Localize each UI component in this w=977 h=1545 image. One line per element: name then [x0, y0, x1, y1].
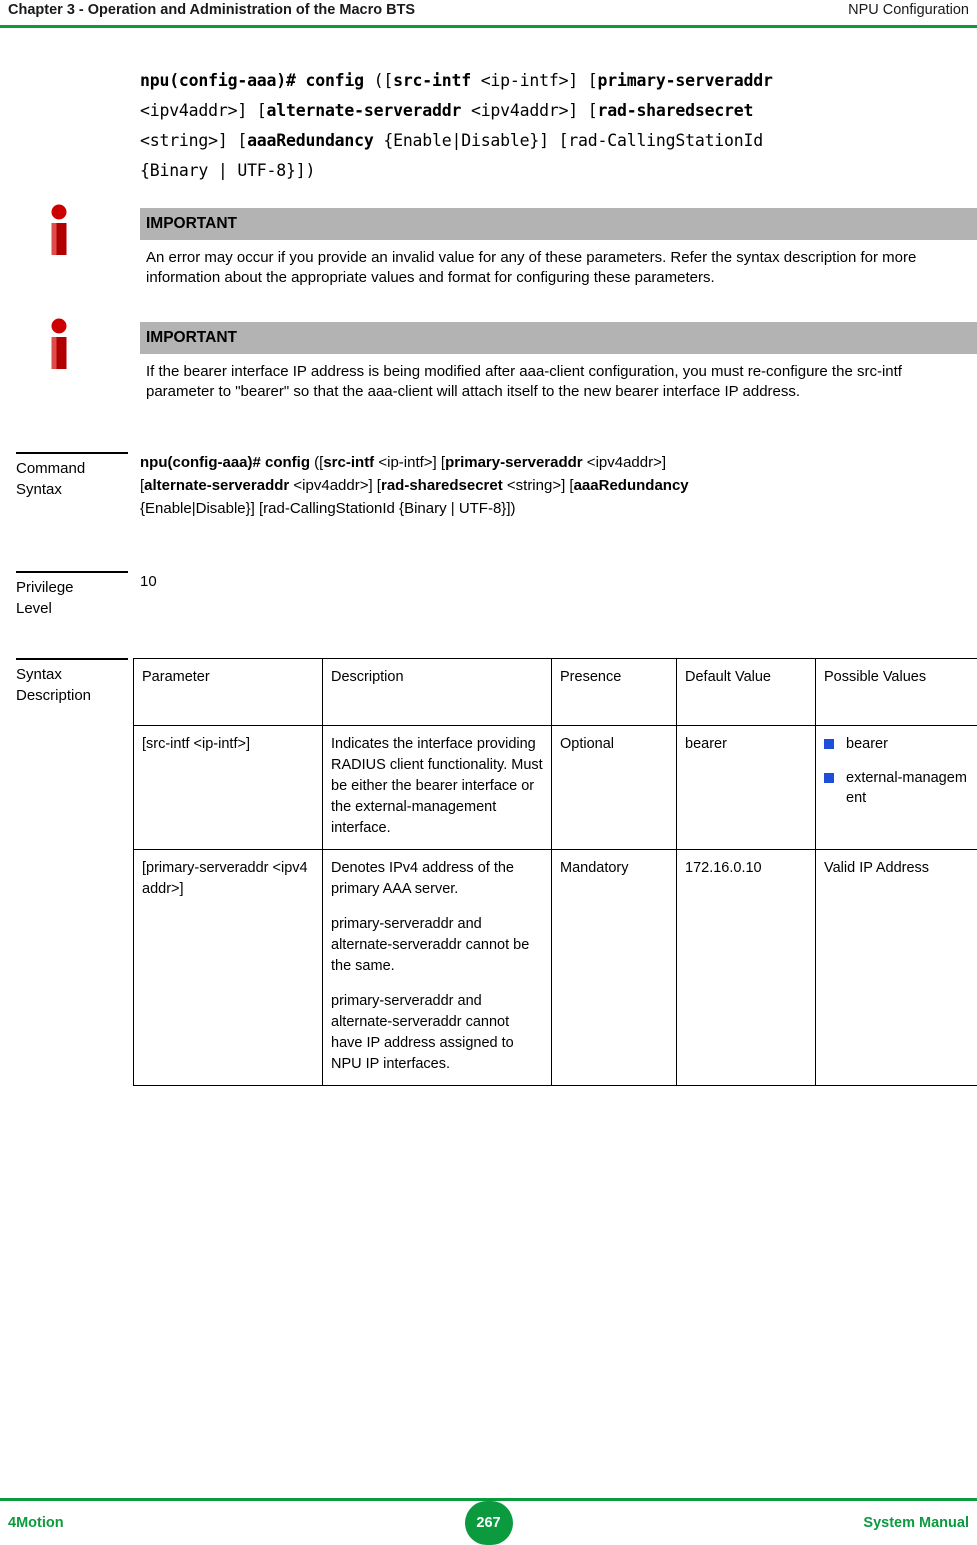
code-line-3: <string>] [aaaRedundancy {Enable|Disable… — [140, 126, 977, 156]
description-paragraph: primary-serveraddr and alternate-servera… — [331, 993, 514, 1072]
code-token: rad-sharedsecret — [597, 101, 754, 120]
page-header: Chapter 3 - Operation and Administration… — [0, 0, 977, 26]
syntax-token: <string>] [ — [502, 477, 574, 494]
code-token: <ip-intf>] [ — [470, 71, 598, 90]
code-line-1: npu(config-aaa)# config ([src-intf <ip-i… — [140, 66, 977, 96]
syntax-token: <ipv4addr>] — [582, 454, 667, 471]
command-code-block: npu(config-aaa)# config ([src-intf <ip-i… — [140, 66, 977, 186]
note-title-bar: IMPORTANT — [140, 208, 977, 240]
syntax-description-body: Parameter Description Presence Default V… — [0, 658, 977, 1086]
syntax-token: src-intf — [323, 454, 375, 471]
cell-default-value: bearer — [676, 725, 816, 850]
page-footer: 4Motion 267 System Manual — [0, 1501, 977, 1545]
syntax-token: ([ — [310, 454, 324, 471]
table-header-row: Parameter Description Presence Default V… — [133, 658, 977, 726]
syntax-token: alternate-serveraddr — [144, 477, 290, 494]
cell-presence: Mandatory — [551, 849, 677, 1086]
syntax-token: {Enable|Disable}] [rad-CallingStationId … — [140, 500, 516, 517]
cell-possible-values: Valid IP Address — [815, 849, 977, 1086]
header-divider — [0, 25, 977, 28]
possible-values-list: bearer external-management — [824, 734, 972, 808]
syntax-token: <ipv4addr>] [ — [289, 477, 381, 494]
code-token-command: npu(config-aaa)# config — [140, 71, 364, 90]
label-line-2: Level — [16, 600, 52, 617]
table-row: [src-intf <ip-intf>] Indicates the inter… — [133, 725, 977, 850]
page-content: npu(config-aaa)# config ([src-intf <ip-i… — [0, 34, 977, 1086]
syntax-description-label: Syntax Description — [16, 658, 128, 706]
cell-parameter: [src-intf <ip-intf>] — [133, 725, 323, 850]
label-line-1: Privilege — [16, 579, 74, 596]
code-token: <string>] [ — [140, 131, 248, 150]
table-row: [primary-serveraddr <ipv4addr>] Denotes … — [133, 849, 977, 1086]
privilege-level-value: 10 — [140, 573, 157, 590]
important-note-1: IMPORTANT An error may occur if you prov… — [51, 204, 977, 292]
header-chapter-title: Chapter 3 - Operation and Administration… — [8, 2, 416, 18]
table-header-parameter: Parameter — [133, 658, 323, 726]
header-section-title: NPU Configuration — [848, 2, 969, 18]
important-note-2: IMPORTANT If the bearer interface IP add… — [51, 318, 977, 406]
note-body: If the bearer interface IP address is be… — [146, 363, 902, 400]
syntax-token: <ip-intf>] [ — [374, 454, 446, 471]
cell-presence: Optional — [551, 725, 677, 850]
cell-possible-values: bearer external-management — [815, 725, 977, 850]
code-token: ([ — [363, 71, 394, 90]
label-line-2: Syntax — [16, 481, 62, 498]
info-icon — [39, 203, 79, 257]
note-body: An error may occur if you provide an inv… — [146, 249, 917, 286]
command-syntax-section: Command Syntax npu(config-aaa)# config (… — [0, 452, 977, 519]
code-token: {Binary | UTF-8}]) — [140, 161, 316, 180]
cell-description: Denotes IPv4 address of the primary AAA … — [322, 849, 552, 1086]
code-token: <ipv4addr>] [ — [461, 101, 598, 120]
privilege-level-label: Privilege Level — [16, 571, 128, 619]
syntax-line-2: [alternate-serveraddr <ipv4addr>] [rad-s… — [140, 475, 977, 496]
description-paragraph: primary-serveraddr and alternate-servera… — [331, 916, 530, 974]
note-title-bar: IMPORTANT — [140, 322, 977, 354]
privilege-level-section: Privilege Level 10 — [0, 571, 977, 617]
cell-description: Indicates the interface providing RADIUS… — [322, 725, 552, 850]
command-syntax-label: Command Syntax — [16, 452, 128, 500]
table-header-presence: Presence — [551, 658, 677, 726]
syntax-line-3: {Enable|Disable}] [rad-CallingStationId … — [140, 498, 977, 519]
cell-parameter: [primary-serveraddr <ipv4addr>] — [133, 849, 323, 1086]
command-syntax-body: npu(config-aaa)# config ([src-intf <ip-i… — [140, 452, 977, 519]
syntax-description-section: Syntax Description Parameter Description… — [0, 658, 977, 1086]
code-token: {Enable|Disable}] [rad-CallingStationId — [373, 131, 763, 150]
table-header-possible-values: Possible Values — [815, 658, 977, 726]
description-paragraph: Indicates the interface providing RADIUS… — [331, 736, 543, 836]
syntax-line-1: npu(config-aaa)# config ([src-intf <ip-i… — [140, 452, 977, 473]
info-icon — [39, 317, 79, 371]
cell-default-value: 172.16.0.10 — [676, 849, 816, 1086]
page-number-badge: 267 — [464, 1501, 513, 1545]
code-line-4: {Binary | UTF-8}]) — [140, 156, 977, 186]
table-header-description: Description — [322, 658, 552, 726]
label-line-2: Description — [16, 687, 92, 704]
note-title: IMPORTANT — [146, 329, 237, 346]
footer-document-name: System Manual — [863, 1515, 969, 1531]
code-token: primary-serveraddr — [597, 71, 773, 90]
code-token: alternate-serveraddr — [266, 101, 462, 120]
footer-product-name: 4Motion — [8, 1515, 64, 1531]
code-token: src-intf — [393, 71, 471, 90]
syntax-token: primary-serveraddr — [445, 454, 583, 471]
note-title: IMPORTANT — [146, 215, 237, 232]
syntax-token: npu(config-aaa)# config — [140, 454, 310, 471]
label-line-1: Syntax — [16, 666, 62, 683]
description-paragraph: Denotes IPv4 address of the primary AAA … — [331, 860, 514, 897]
code-token: aaaRedundancy — [247, 131, 374, 150]
code-token: <ipv4addr>] [ — [140, 101, 267, 120]
list-item: external-management — [824, 768, 972, 808]
label-line-1: Command — [16, 460, 86, 477]
list-item: bearer — [824, 734, 972, 754]
syntax-token: rad-sharedsecret — [380, 477, 503, 494]
code-line-2: <ipv4addr>] [alternate-serveraddr <ipv4a… — [140, 96, 977, 126]
parameter-table: Parameter Description Presence Default V… — [133, 658, 977, 1086]
table-header-default-value: Default Value — [676, 658, 816, 726]
syntax-token: aaaRedundancy — [573, 477, 689, 494]
